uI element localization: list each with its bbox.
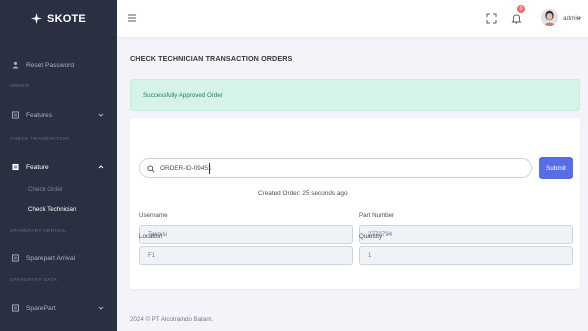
section-title: SPAREPART DATA: [10, 278, 58, 283]
topbar: 0 admin: [117, 0, 588, 37]
file-icon: [12, 304, 19, 312]
sidebar-item-feature[interactable]: Feature: [0, 157, 117, 177]
search-input[interactable]: ORDER-ID-09451: [139, 158, 532, 178]
logo-icon: [31, 13, 43, 24]
location-value: F1: [148, 252, 156, 259]
section-title: ORDER: [10, 84, 30, 89]
quantity-value: 1: [368, 252, 372, 259]
text-cursor: [209, 163, 210, 174]
location-label: Location: [139, 233, 163, 240]
avatar-image: [541, 9, 558, 26]
sidebar-item-label: Feature: [26, 163, 49, 171]
brand-name: SKOTE: [47, 12, 86, 25]
sidebar-item-label: Sparepart Arrival: [26, 254, 76, 262]
success-alert: Successfully Approved Order: [130, 79, 580, 111]
quantity-field[interactable]: 1: [359, 246, 573, 265]
sidebar-item-sparepart-arrival[interactable]: Sparepart Arrival: [0, 248, 117, 268]
sidebar-item-features[interactable]: Features: [0, 105, 117, 125]
sidebar-item-reset-password[interactable]: Reset Password: [0, 55, 117, 75]
file-icon: [12, 163, 19, 171]
section-title: CHECK TRANSACTION: [10, 137, 70, 142]
brand[interactable]: SKOTE: [0, 0, 117, 37]
menu-icon[interactable]: [127, 13, 137, 23]
part-number-label: Part Number: [359, 212, 395, 219]
user-icon: [12, 61, 19, 69]
search-icon: [147, 165, 155, 173]
avatar[interactable]: [541, 9, 558, 26]
submit-button[interactable]: Submit: [539, 157, 573, 179]
username-field[interactable]: Teknisi: [139, 225, 353, 244]
quantity-label: Quantity: [359, 233, 383, 240]
fullscreen-icon[interactable]: [486, 13, 497, 24]
sidebar-item-sparepart[interactable]: SparePart: [0, 298, 117, 318]
sidebar: SKOTE Reset Password ORDER Features CHEC…: [0, 0, 117, 331]
part-number-field[interactable]: 2773794: [359, 225, 573, 244]
location-field[interactable]: F1: [139, 246, 353, 265]
chevron-up-icon: [98, 165, 104, 169]
username-label: Username: [139, 212, 168, 219]
footer-text: 2024 © PT Alcotraindo Batam.: [130, 316, 214, 323]
alert-text: Successfully Approved Order: [143, 92, 223, 99]
created-time: Created Order: 25 seconds ago: [258, 190, 348, 197]
bell-icon[interactable]: [511, 13, 522, 24]
search-value: ORDER-ID-09451: [160, 165, 212, 172]
chevron-down-icon[interactable]: [576, 15, 582, 21]
notification-badge: 0: [517, 5, 525, 13]
sidebar-item-label: SparePart: [26, 304, 56, 312]
section-title: SPAREPART ARRIVAL: [10, 229, 67, 234]
chevron-down-icon: [98, 113, 104, 117]
page-title: CHECK TECHNICIAN TRANSACTION ORDERS: [130, 54, 293, 63]
sidebar-item-label: Reset Password: [26, 61, 75, 69]
submenu-check-technician[interactable]: Check Technician: [28, 206, 76, 213]
file-icon: [12, 254, 19, 262]
sidebar-item-label: Features: [26, 111, 53, 119]
file-icon: [12, 111, 19, 119]
chevron-down-icon: [98, 306, 104, 310]
